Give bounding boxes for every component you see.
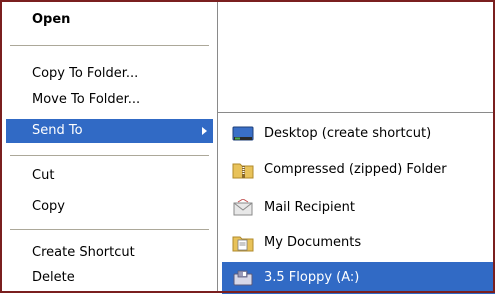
desktop-icon bbox=[232, 125, 254, 143]
mail-icon bbox=[232, 199, 254, 217]
send-to-compressed-folder-label: Compressed (zipped) Folder bbox=[264, 162, 447, 177]
menu-item-open[interactable]: Open bbox=[6, 8, 213, 32]
floppy-drive-icon bbox=[232, 269, 254, 287]
send-to-floppy[interactable]: 3.5 Floppy (A:) bbox=[222, 262, 495, 294]
menu-separator bbox=[10, 155, 209, 156]
menu-item-copy-to-folder[interactable]: Copy To Folder... bbox=[6, 62, 213, 86]
menu-separator bbox=[10, 45, 209, 46]
send-to-my-documents[interactable]: My Documents bbox=[222, 227, 495, 259]
menu-item-send-to-label: Send To bbox=[32, 123, 83, 138]
send-to-compressed-folder[interactable]: Compressed (zipped) Folder bbox=[222, 154, 495, 186]
send-to-my-documents-label: My Documents bbox=[264, 235, 362, 250]
send-to-desktop[interactable]: Desktop (create shortcut) bbox=[222, 118, 495, 150]
context-menu: Open Copy To Folder... Move To Folder...… bbox=[2, 2, 218, 293]
submenu-arrow-icon bbox=[202, 127, 207, 135]
menu-item-cut[interactable]: Cut bbox=[6, 164, 213, 188]
menu-item-move-to-folder[interactable]: Move To Folder... bbox=[6, 88, 213, 112]
menu-item-copy[interactable]: Copy bbox=[6, 195, 213, 219]
zip-folder-icon bbox=[232, 161, 254, 179]
send-to-submenu: Desktop (create shortcut) Compressed (zi… bbox=[217, 112, 495, 294]
menu-item-create-shortcut[interactable]: Create Shortcut bbox=[6, 241, 213, 265]
menu-item-delete[interactable]: Delete bbox=[6, 266, 213, 290]
send-to-mail-recipient[interactable]: Mail Recipient bbox=[222, 192, 495, 224]
send-to-floppy-label: 3.5 Floppy (A:) bbox=[264, 270, 360, 285]
documents-folder-icon bbox=[232, 234, 254, 252]
menu-item-send-to[interactable]: Send To bbox=[6, 119, 213, 143]
send-to-desktop-label: Desktop (create shortcut) bbox=[264, 126, 432, 141]
send-to-mail-recipient-label: Mail Recipient bbox=[264, 200, 355, 215]
menu-separator bbox=[10, 229, 209, 230]
